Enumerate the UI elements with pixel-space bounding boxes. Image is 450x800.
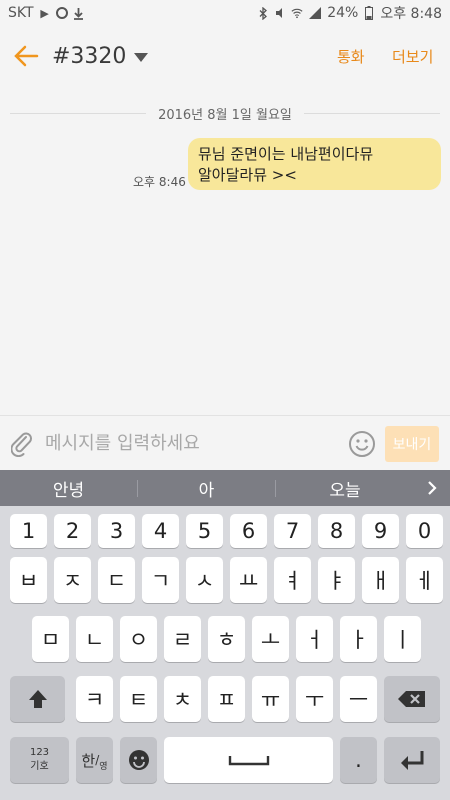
- backspace-key[interactable]: [384, 676, 440, 722]
- key-letter[interactable]: ㅠ: [252, 676, 289, 722]
- key-letter[interactable]: ㅜ: [296, 676, 333, 722]
- battery-percent: 24%: [327, 5, 359, 21]
- call-button[interactable]: 통화: [337, 46, 365, 67]
- contact-title: #3320: [52, 43, 127, 69]
- message-time: 오후 8:46: [133, 175, 186, 189]
- chevron-right-icon[interactable]: [425, 480, 439, 496]
- key-number[interactable]: 3: [98, 514, 135, 548]
- emoji-key[interactable]: [120, 737, 157, 783]
- key-letter[interactable]: ㅡ: [340, 676, 377, 722]
- key-letter[interactable]: ㅊ: [164, 676, 201, 722]
- signal-icon: [308, 6, 322, 20]
- key-letter[interactable]: ㄱ: [142, 557, 179, 603]
- key-letter[interactable]: ㅑ: [318, 557, 355, 603]
- key-letter[interactable]: ㅋ: [76, 676, 113, 722]
- status-bar: SKT ▶ 24% 오후 8:48: [0, 0, 450, 26]
- app-notification-icon: [55, 6, 68, 20]
- paperclip-icon[interactable]: [10, 431, 35, 458]
- key-number[interactable]: 6: [230, 514, 267, 548]
- message-line: 뮤님 준면이는 내남편이다뮤: [198, 145, 374, 163]
- contact-selector[interactable]: #3320: [52, 40, 149, 72]
- shift-arrow-icon: [28, 690, 47, 708]
- key-number[interactable]: 9: [362, 514, 399, 548]
- key-letter[interactable]: ㅇ: [120, 616, 157, 662]
- key-letter[interactable]: ㅁ: [32, 616, 69, 662]
- sent-message-bubble[interactable]: 뮤님 준면이는 내남편이다뮤 알아달라뮤 ><: [188, 138, 441, 190]
- suggestion-item[interactable]: 아: [138, 470, 275, 506]
- key-letter[interactable]: ㅂ: [10, 557, 47, 603]
- symbols-key[interactable]: 123 기호: [10, 737, 69, 783]
- battery-icon: [363, 6, 375, 20]
- key-number[interactable]: 1: [10, 514, 47, 548]
- smiley-icon: [128, 750, 149, 770]
- key-number[interactable]: 2: [54, 514, 91, 548]
- mute-icon: [274, 6, 286, 20]
- key-letter[interactable]: ㅎ: [208, 616, 245, 662]
- composer-bar: 보내기: [0, 415, 450, 470]
- keyboard: 1 2 3 4 5 6 7 8 9 0 ㅂ ㅈ ㄷ ㄱ ㅅ ㅛ ㅕ ㅑ ㅐ ㅔ …: [0, 506, 450, 800]
- enter-arrow-icon: [401, 751, 424, 770]
- bluetooth-icon: [257, 6, 269, 20]
- suggestion-bar: 안녕 아 오늘: [0, 470, 450, 506]
- key-letter[interactable]: ㅣ: [384, 616, 421, 662]
- language-key-label: 한: [81, 751, 96, 770]
- key-letter[interactable]: ㅔ: [406, 557, 443, 603]
- key-letter[interactable]: ㄷ: [98, 557, 135, 603]
- key-letter[interactable]: ㅓ: [296, 616, 333, 662]
- backspace-icon: [398, 691, 425, 707]
- suggestion-item[interactable]: 안녕: [0, 470, 137, 506]
- more-button[interactable]: 더보기: [392, 46, 433, 67]
- shift-key[interactable]: [10, 676, 65, 722]
- key-letter[interactable]: ㄹ: [164, 616, 201, 662]
- enter-key[interactable]: [384, 737, 440, 783]
- key-letter[interactable]: ㅛ: [230, 557, 267, 603]
- language-key-label: 영: [99, 761, 108, 772]
- symbols-key-label: 기호: [30, 761, 49, 772]
- key-number[interactable]: 0: [406, 514, 443, 548]
- language-key[interactable]: 한 / 영: [76, 737, 113, 783]
- key-letter[interactable]: ㅐ: [362, 557, 399, 603]
- send-button[interactable]: 보내기: [385, 426, 439, 462]
- key-letter[interactable]: ㅍ: [208, 676, 245, 722]
- space-key[interactable]: [164, 737, 333, 783]
- emoji-icon[interactable]: [348, 430, 376, 458]
- key-letter[interactable]: ㅈ: [54, 557, 91, 603]
- suggestion-item[interactable]: 오늘: [276, 470, 414, 506]
- key-number[interactable]: 7: [274, 514, 311, 548]
- back-arrow-icon[interactable]: [13, 44, 39, 68]
- period-key[interactable]: .: [340, 737, 377, 783]
- key-number[interactable]: 4: [142, 514, 179, 548]
- dropdown-caret-icon: [134, 52, 149, 62]
- symbols-key-label: 123: [29, 747, 50, 758]
- messaging-screen: SKT ▶ 24% 오후 8:48 #3320 통화 더보기 2016년 8월 …: [0, 0, 450, 800]
- clock: 오후 8:48: [380, 6, 442, 22]
- conversation-header: #3320 통화 더보기: [0, 26, 450, 86]
- carrier-label: SKT: [8, 5, 34, 21]
- key-number[interactable]: 8: [318, 514, 355, 548]
- play-icon: ▶: [40, 6, 49, 20]
- space-bar-icon: [228, 756, 269, 766]
- message-input[interactable]: [45, 428, 335, 458]
- key-letter[interactable]: ㄴ: [76, 616, 113, 662]
- download-icon: [73, 6, 85, 20]
- key-letter[interactable]: ㅏ: [340, 616, 377, 662]
- key-letter[interactable]: ㅅ: [186, 557, 223, 603]
- key-letter[interactable]: ㅕ: [274, 557, 311, 603]
- key-number[interactable]: 5: [186, 514, 223, 548]
- wifi-icon: [291, 6, 303, 20]
- message-line: 알아달라뮤 ><: [198, 166, 297, 184]
- date-label: 2016년 8월 1일 월요일: [146, 108, 304, 123]
- key-letter[interactable]: ㅗ: [252, 616, 289, 662]
- key-letter[interactable]: ㅌ: [120, 676, 157, 722]
